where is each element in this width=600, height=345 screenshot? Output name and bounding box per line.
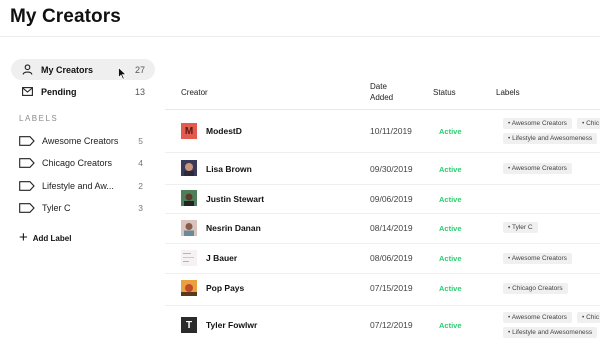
add-label-text: Add Label <box>32 233 72 243</box>
label-name: Awesome Creators <box>42 136 119 146</box>
avatar <box>181 220 197 236</box>
table-row[interactable]: Justin Stewart 09/06/2019 Active <box>165 185 600 213</box>
person-icon <box>21 64 33 76</box>
status-badge: Active <box>439 165 462 174</box>
table-row[interactable]: Nesrin Danan 08/14/2019 Active • Tyler C <box>165 214 600 243</box>
avatar: T <box>181 317 197 333</box>
label-name: Chicago Creators <box>42 158 113 168</box>
sidebar: My Creators 27 Pending 13 LABELS Awesome… <box>0 0 165 345</box>
date-added: 08/06/2019 <box>370 253 413 263</box>
tag-icon <box>19 136 35 146</box>
avatar: M <box>181 123 197 139</box>
label-count: 5 <box>138 136 143 146</box>
status-badge: Active <box>439 224 462 233</box>
label-chip: • Chic <box>577 312 600 323</box>
status-badge: Active <box>439 284 462 293</box>
avatar <box>181 160 197 176</box>
sidebar-item-label: Pending <box>41 86 77 97</box>
column-header-date-line1: Date <box>370 82 387 91</box>
column-header-date-line2: Added <box>370 93 394 102</box>
sidebar-item-count: 13 <box>134 86 145 97</box>
label-name: Lifestyle and Aw... <box>42 181 114 191</box>
label-count: 2 <box>138 181 143 191</box>
status-badge: Active <box>439 127 462 136</box>
label-chip: • Awesome Creators <box>503 312 572 323</box>
mail-icon <box>21 86 33 98</box>
creator-name[interactable]: Lisa Brown <box>206 164 252 174</box>
status-badge: Active <box>439 321 462 330</box>
sidebar-item-pending[interactable]: Pending 13 <box>11 81 155 102</box>
date-added: 09/30/2019 <box>370 164 413 174</box>
label-chip: • Chicago Creators <box>503 283 568 294</box>
labels-heading: LABELS <box>19 114 59 123</box>
column-header-date-added[interactable]: Date Added <box>370 81 393 103</box>
status-badge: Active <box>439 195 462 204</box>
date-added: 07/15/2019 <box>370 283 413 293</box>
tag-icon <box>19 158 35 168</box>
label-chip: • Chic <box>577 118 600 129</box>
column-header-labels: Labels <box>496 88 520 97</box>
sidebar-item-my-creators[interactable]: My Creators 27 <box>11 59 155 80</box>
mouse-cursor-icon <box>118 67 127 80</box>
creator-name[interactable]: Tyler Fowlwr <box>206 320 257 330</box>
table-row[interactable]: T Tyler Fowlwr 07/12/2019 Active • Aweso… <box>165 306 600 345</box>
add-label-button[interactable]: + Add Label <box>19 229 72 246</box>
date-added: 07/12/2019 <box>370 320 413 330</box>
column-header-status[interactable]: Status <box>433 87 456 98</box>
creator-name[interactable]: Pop Pays <box>206 283 244 293</box>
label-chip: • Lifestyle and Awesomeness <box>503 133 598 144</box>
creators-table: Creator Date Added Status Labels M Modes… <box>165 0 600 345</box>
plus-icon: + <box>19 229 28 246</box>
creator-name[interactable]: J Bauer <box>206 253 237 263</box>
label-chip: • Awesome Creators <box>503 253 572 264</box>
label-name: Tyler C <box>42 203 71 213</box>
label-count: 4 <box>138 158 143 168</box>
date-added: 09/06/2019 <box>370 194 413 204</box>
label-chip: • Tyler C <box>503 222 538 233</box>
label-item-chicago-creators[interactable]: Chicago Creators 4 <box>19 156 143 170</box>
label-count: 3 <box>138 203 143 213</box>
table-row[interactable]: Pop Pays 07/15/2019 Active • Chicago Cre… <box>165 274 600 305</box>
avatar <box>181 190 197 206</box>
status-badge: Active <box>439 254 462 263</box>
table-row[interactable]: M ModestD 10/11/2019 Active • Awesome Cr… <box>165 110 600 152</box>
label-item-lifestyle[interactable]: Lifestyle and Aw... 2 <box>19 179 143 193</box>
column-header-creator[interactable]: Creator <box>181 87 208 98</box>
sidebar-item-count: 27 <box>134 64 145 75</box>
creator-name[interactable]: Nesrin Danan <box>206 223 261 233</box>
date-added: 10/11/2019 <box>370 126 412 136</box>
creator-name[interactable]: Justin Stewart <box>206 194 264 204</box>
creator-name[interactable]: ModestD <box>206 126 242 136</box>
tag-icon <box>19 181 35 191</box>
table-row[interactable]: Lisa Brown 09/30/2019 Active • Awesome C… <box>165 153 600 184</box>
label-item-tyler-c[interactable]: Tyler C 3 <box>19 201 143 215</box>
label-item-awesome-creators[interactable]: Awesome Creators 5 <box>19 134 143 148</box>
label-chip: • Lifestyle and Awesomeness <box>503 327 598 338</box>
date-added: 08/14/2019 <box>370 223 413 233</box>
label-chip: • Awesome Creators <box>503 163 572 174</box>
label-chip: • Awesome Creators <box>503 118 572 129</box>
avatar <box>181 280 197 296</box>
tag-icon <box>19 203 35 213</box>
avatar <box>181 250 197 266</box>
table-row[interactable]: J Bauer 08/06/2019 Active • Awesome Crea… <box>165 244 600 273</box>
